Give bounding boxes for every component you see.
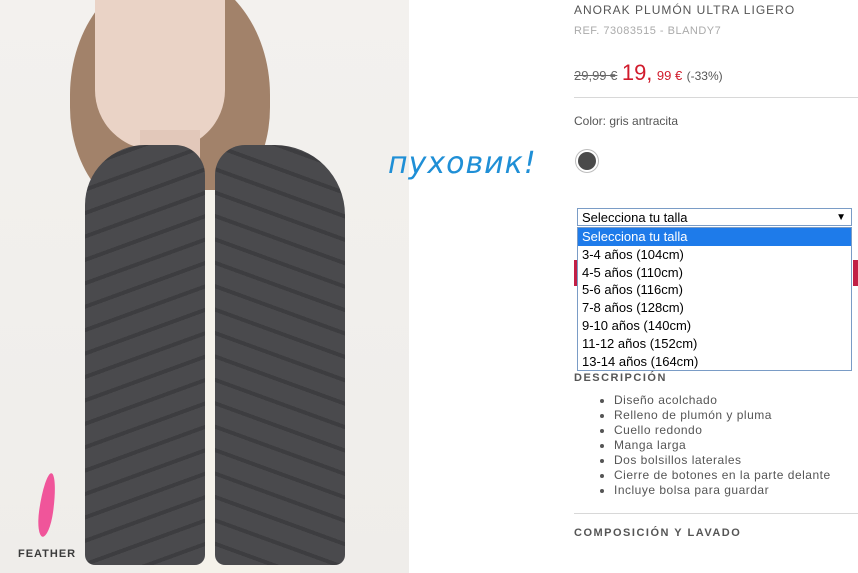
list-item: Cierre de botones en la parte delante: [614, 468, 858, 483]
size-select[interactable]: Selecciona tu talla ▼: [577, 208, 852, 226]
size-option[interactable]: 5-6 años (116cm): [578, 281, 851, 299]
size-select-value: Selecciona tu talla: [582, 210, 688, 225]
discount-badge: (-33%): [686, 69, 723, 83]
size-option[interactable]: 13-14 años (164cm): [578, 353, 851, 371]
feather-icon: [35, 472, 59, 538]
list-item: Cuello redondo: [614, 423, 858, 438]
list-item: Manga larga: [614, 438, 858, 453]
product-photo: FEATHER: [0, 0, 409, 573]
description-list: Diseño acolchado Relleno de plumón y plu…: [598, 393, 858, 498]
size-dropdown-list: Selecciona tu talla 3-4 años (104cm) 4-5…: [577, 227, 852, 372]
photo-jacket-left: [85, 145, 205, 565]
product-ref: REF. 73083515 - BLANDY7: [574, 25, 722, 37]
size-option[interactable]: 4-5 años (110cm): [578, 264, 851, 282]
color-swatch-gris-antracita[interactable]: [578, 152, 596, 170]
list-item: Dos bolsillos laterales: [614, 453, 858, 468]
size-option[interactable]: 9-10 años (140cm): [578, 317, 851, 335]
list-item: Diseño acolchado: [614, 393, 858, 408]
description-header[interactable]: DESCRIPCIÓN: [574, 372, 667, 384]
color-label: Color: gris antracita: [574, 114, 679, 128]
size-option[interactable]: 3-4 años (104cm): [578, 246, 851, 264]
divider: [574, 97, 858, 98]
handwritten-annotation: пуховик!: [388, 146, 537, 181]
feather-badge-label: FEATHER: [18, 548, 77, 560]
photo-jacket-right: [215, 145, 345, 565]
list-item: Incluye bolsa para guardar: [614, 483, 858, 498]
composition-header[interactable]: COMPOSICIÓN Y LAVADO: [574, 527, 741, 539]
divider: [574, 513, 858, 514]
chevron-down-icon: ▼: [836, 212, 846, 223]
size-option[interactable]: Selecciona tu talla: [578, 228, 851, 246]
product-title: ANORAK PLUMÓN ULTRA LIGERO: [574, 3, 796, 17]
photo-face-shape: [95, 0, 225, 150]
size-option[interactable]: 7-8 años (128cm): [578, 299, 851, 317]
price-block: 29,99 € 19, 99 € (-33%): [574, 60, 723, 86]
list-item: Relleno de plumón y pluma: [614, 408, 858, 423]
size-option[interactable]: 11-12 años (152cm): [578, 335, 851, 353]
new-price-decimals: 99 €: [656, 68, 683, 83]
new-price-integer: 19,: [621, 60, 653, 85]
add-to-cart-button-edge-right[interactable]: [853, 260, 858, 286]
old-price: 29,99 €: [574, 68, 618, 83]
